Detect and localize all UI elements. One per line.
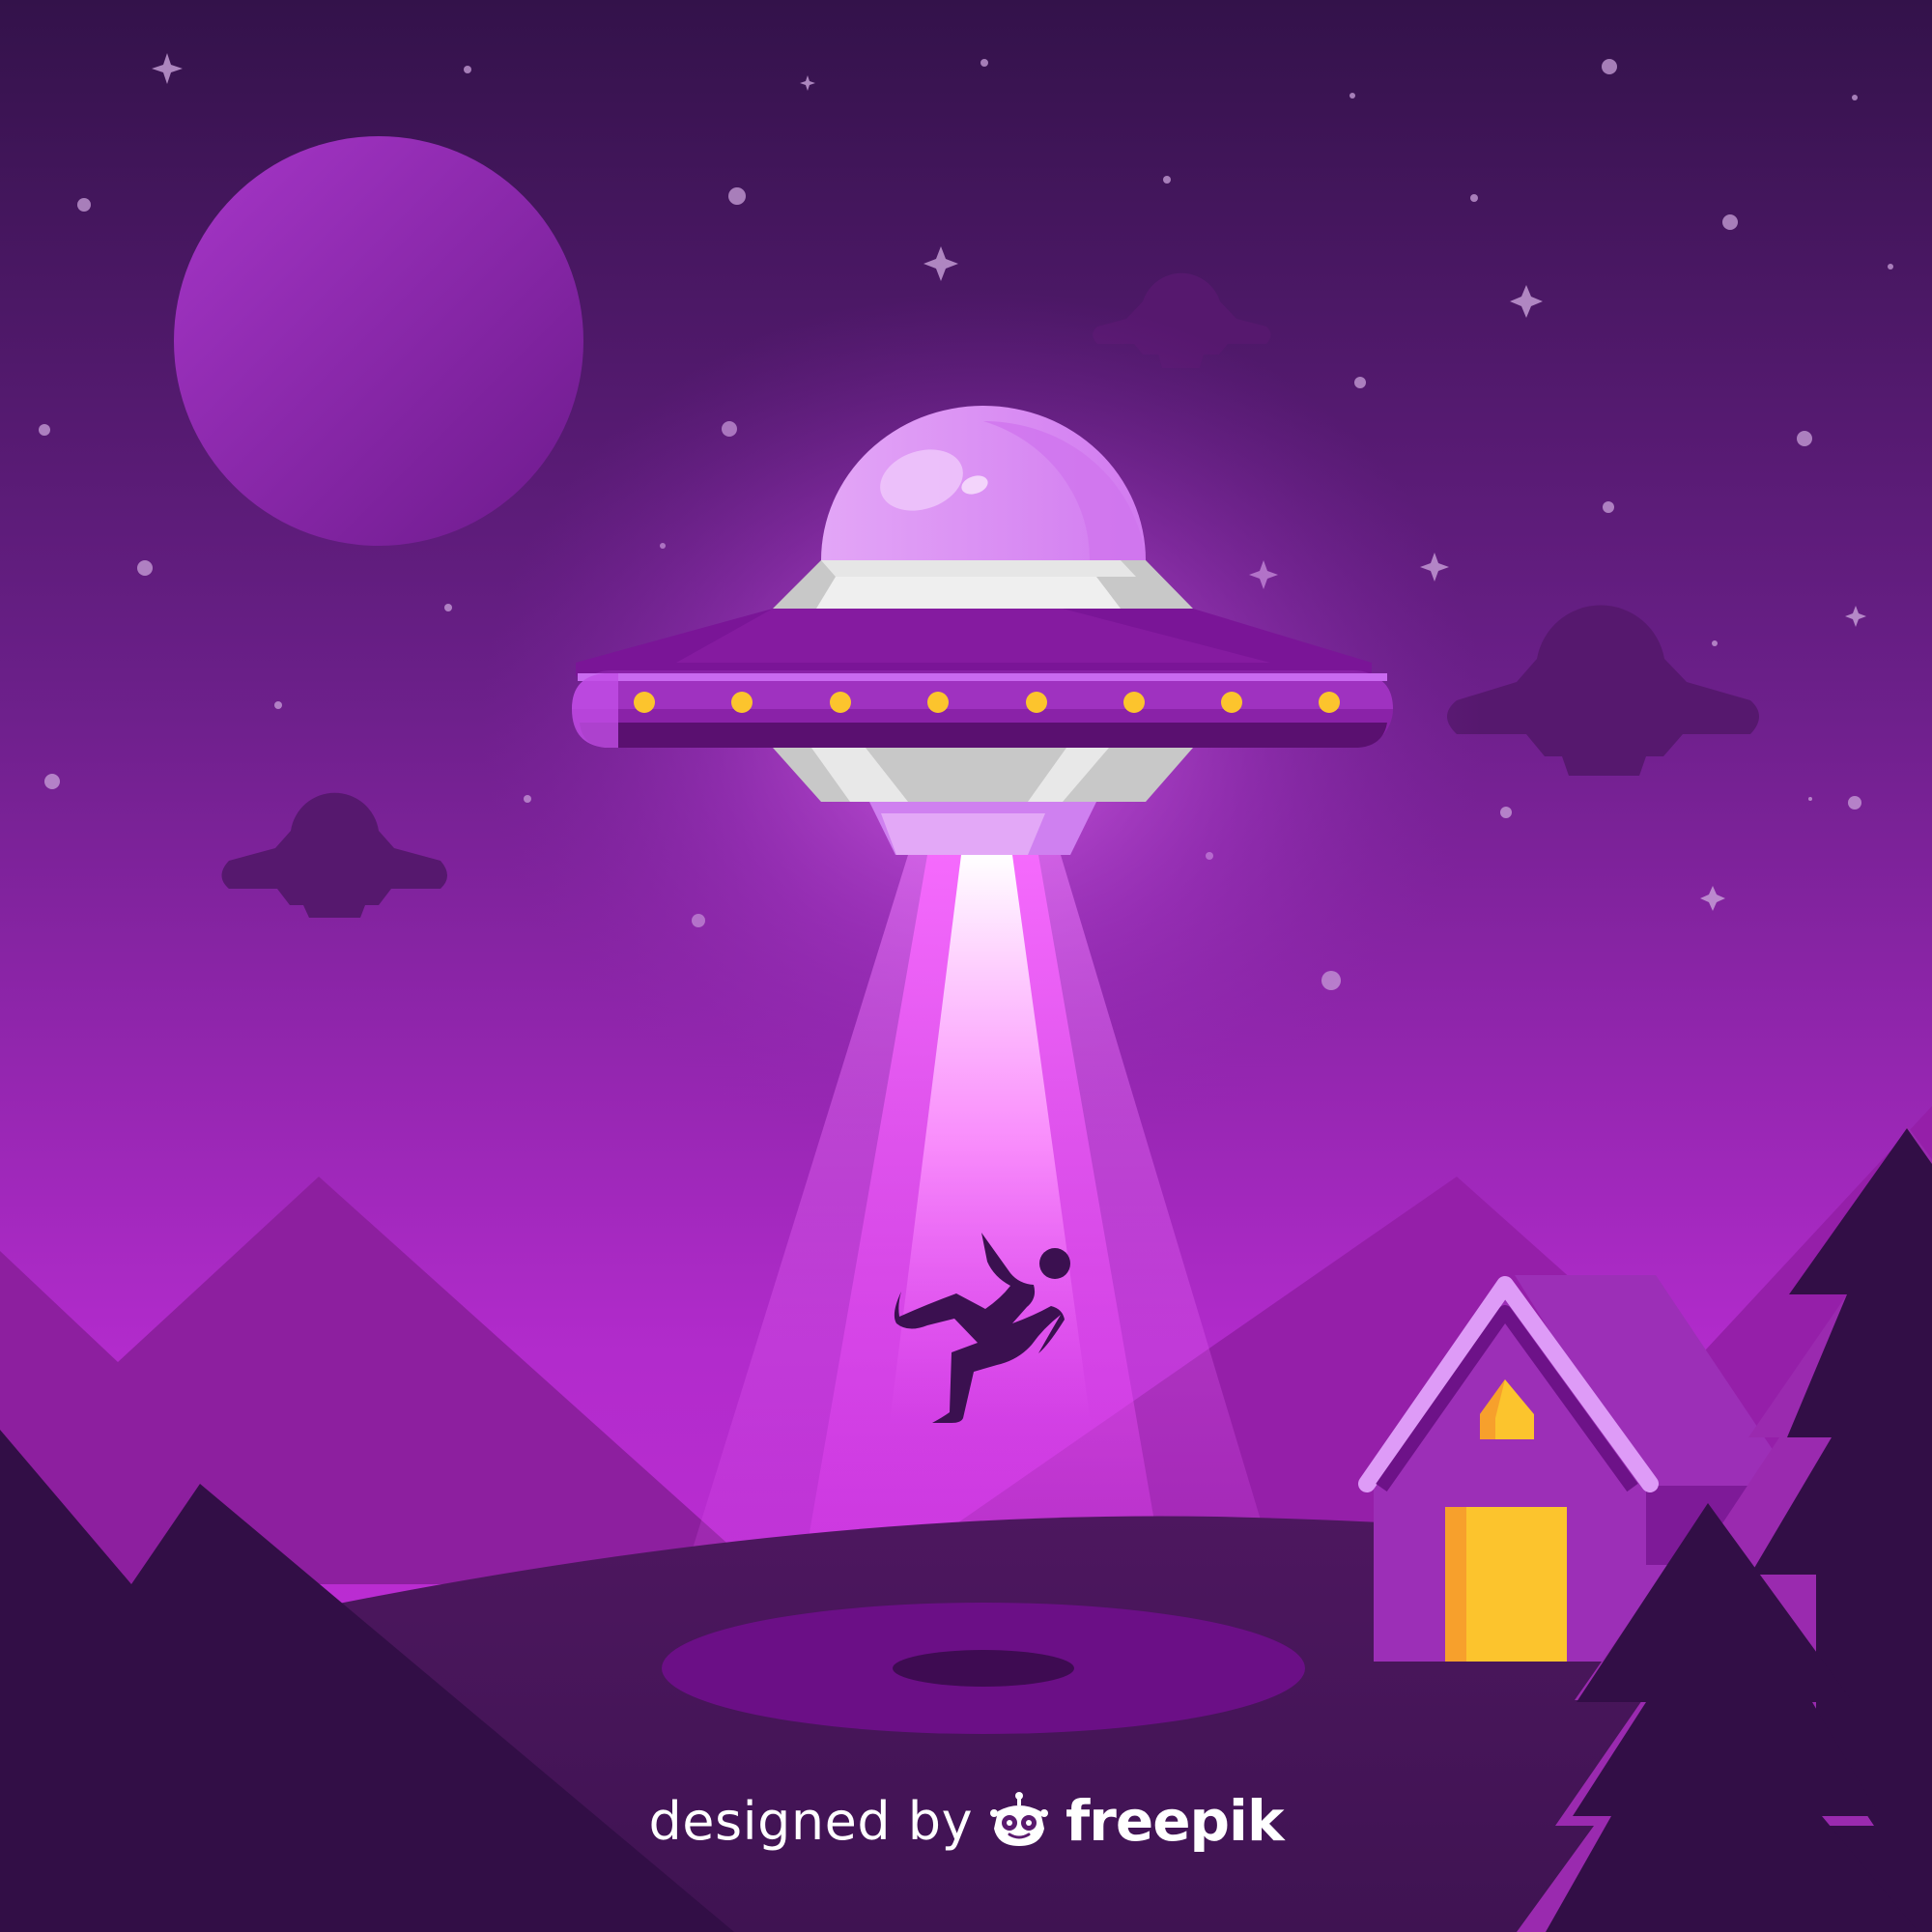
abducted-person-head <box>1039 1248 1070 1279</box>
moon <box>174 136 583 546</box>
ufo-abduction-illustration <box>0 0 1932 1932</box>
designed-by-freepik-credit: designed by freepik <box>0 1777 1932 1864</box>
brand-name: freepik <box>1065 1788 1284 1854</box>
landing-spot-shadow <box>893 1650 1074 1687</box>
credit-prefix: designed by <box>648 1790 974 1852</box>
freepik-robot-logo-icon <box>988 1790 1050 1852</box>
